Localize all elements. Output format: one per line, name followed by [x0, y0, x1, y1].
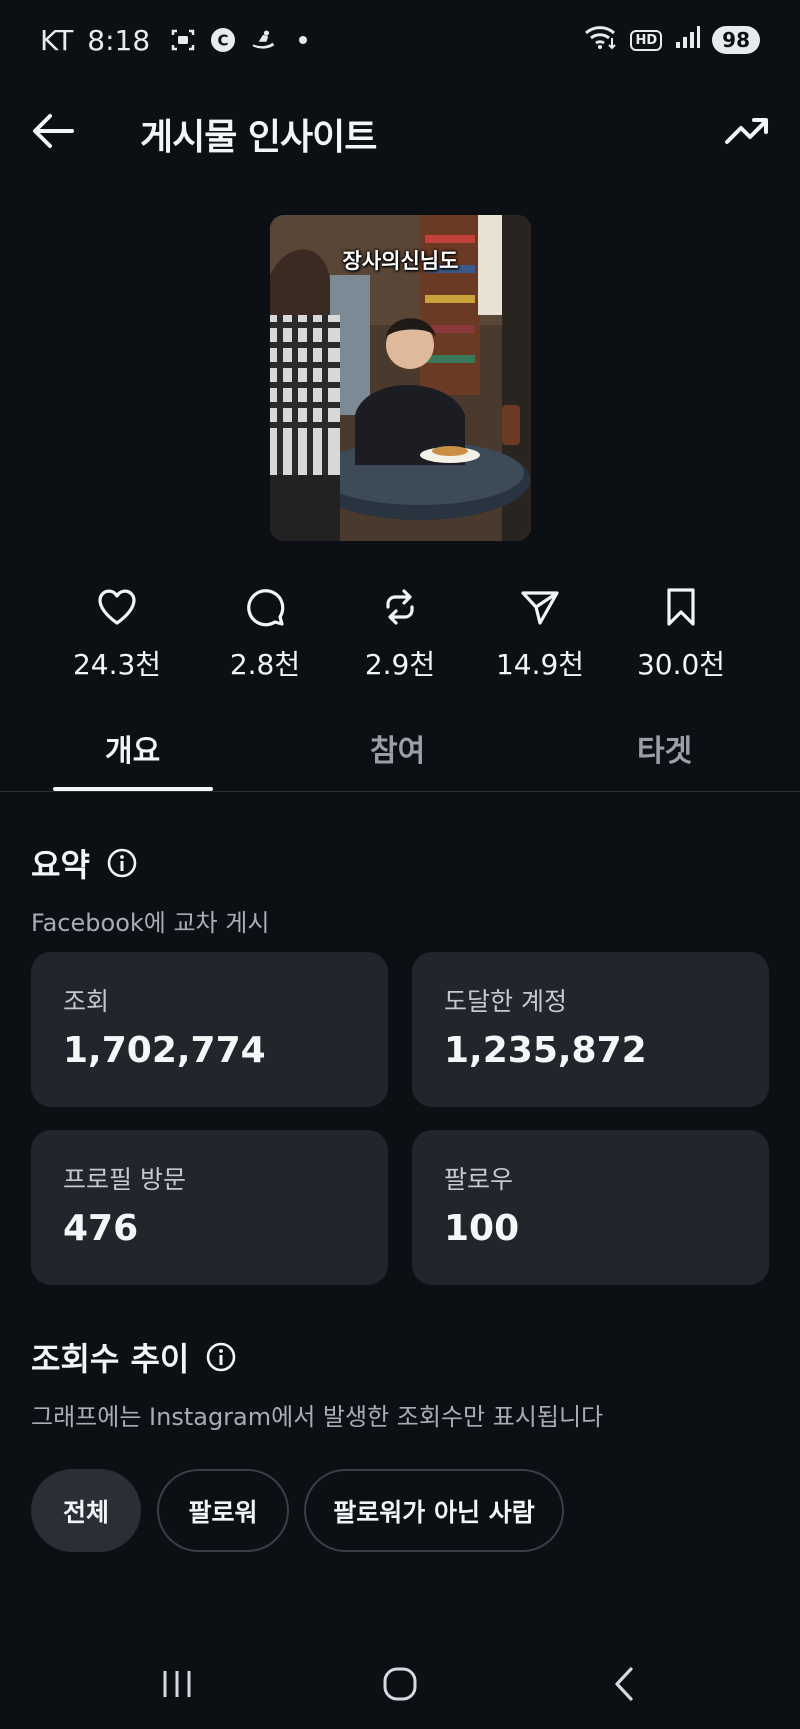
header: 게시물 인사이트	[0, 90, 800, 170]
reach-card: 도달한 계정 1,235,872	[412, 952, 769, 1107]
share-icon	[521, 591, 559, 625]
bookmark-icon	[667, 588, 695, 626]
views-trend-title-text: 조회수 추이	[31, 1340, 190, 1378]
c-icon: C	[210, 27, 236, 53]
post-thumbnail[interactable]: 장사의신님도	[270, 215, 531, 541]
tab-overview[interactable]: 개요	[105, 726, 160, 770]
tab-audience[interactable]: 타겟	[637, 726, 692, 770]
reach-label: 도달한 계정	[444, 987, 567, 1016]
profile-visits-card: 프로필 방문 476	[31, 1130, 388, 1285]
comments-count: 2.8천	[229, 648, 301, 681]
info-icon[interactable]	[106, 847, 138, 879]
battery-indicator: 98	[712, 26, 760, 54]
likes-stat: 24.3천	[47, 585, 187, 683]
shares-count: 14.9천	[495, 648, 585, 681]
info-icon[interactable]	[205, 1341, 237, 1373]
back-button[interactable]	[30, 108, 76, 154]
trending-up-icon	[725, 118, 768, 144]
dot-icon	[290, 27, 316, 53]
tab-engagement[interactable]: 참여	[370, 726, 425, 770]
home-icon	[383, 1667, 417, 1701]
status-bar: KT 8:18 C HD 98	[0, 0, 800, 80]
views-card: 조회 1,702,774	[31, 952, 388, 1107]
screenshot-icon	[170, 27, 196, 53]
saves-count: 30.0천	[636, 648, 726, 681]
signal-icon	[674, 24, 701, 57]
follows-label: 팔로우	[444, 1165, 514, 1194]
likes-count: 24.3천	[72, 648, 162, 681]
reposts-stat: 2.9천	[330, 585, 470, 683]
reach-value: 1,235,872	[444, 1030, 647, 1071]
reposts-count: 2.9천	[364, 648, 436, 681]
filter-all-chip[interactable]: 전체	[31, 1469, 141, 1552]
page-title: 게시물 인사이트	[140, 117, 377, 158]
summary-title-text: 요약	[31, 846, 90, 884]
saves-stat: 30.0천	[611, 585, 751, 683]
views-label: 조회	[63, 987, 110, 1016]
profile-visits-value: 476	[63, 1208, 139, 1249]
recent-apps-icon	[163, 1671, 191, 1697]
summary-title: 요약	[31, 840, 138, 886]
summary-subtitle: Facebook에 교차 게시	[31, 909, 270, 937]
repost-icon	[386, 589, 414, 625]
comments-stat: 2.8천	[195, 585, 335, 683]
shares-stat: 14.9천	[470, 585, 610, 683]
follows-card: 팔로우 100	[412, 1130, 769, 1285]
svg-text:C: C	[218, 32, 229, 50]
thumbnail-caption: 장사의신님도	[342, 249, 459, 273]
views-value: 1,702,774	[63, 1030, 266, 1071]
home-button[interactable]	[370, 1664, 430, 1704]
system-back-button[interactable]	[595, 1664, 655, 1704]
recent-apps-button[interactable]	[147, 1664, 207, 1704]
views-trend-subtitle: 그래프에는 Instagram에서 발생한 조회수만 표시됩니다	[31, 1403, 604, 1431]
ski-icon	[250, 27, 276, 53]
profile-visits-label: 프로필 방문	[63, 1165, 186, 1194]
insight-tabs: 개요 참여 타겟	[0, 712, 800, 792]
chevron-left-icon	[615, 1667, 633, 1701]
views-trend-title: 조회수 추이	[31, 1334, 237, 1380]
engagement-stats: 24.3천 2.8천 2.9천 14.9천 30.0천	[0, 585, 800, 695]
active-tab-indicator	[53, 787, 213, 791]
clock: 8:18	[87, 23, 151, 57]
filter-followers-chip[interactable]: 팔로워	[157, 1469, 289, 1552]
follows-value: 100	[444, 1208, 520, 1249]
hd-badge: HD	[630, 29, 663, 51]
wifi-icon	[584, 24, 618, 57]
trend-button[interactable]	[722, 108, 772, 154]
comment-icon	[247, 589, 285, 627]
arrow-left-icon	[33, 114, 74, 148]
heart-icon	[98, 589, 136, 625]
filter-non-followers-chip[interactable]: 팔로워가 아닌 사람	[304, 1469, 564, 1552]
system-nav-bar	[0, 1640, 800, 1729]
carrier-label: KT	[40, 23, 74, 57]
